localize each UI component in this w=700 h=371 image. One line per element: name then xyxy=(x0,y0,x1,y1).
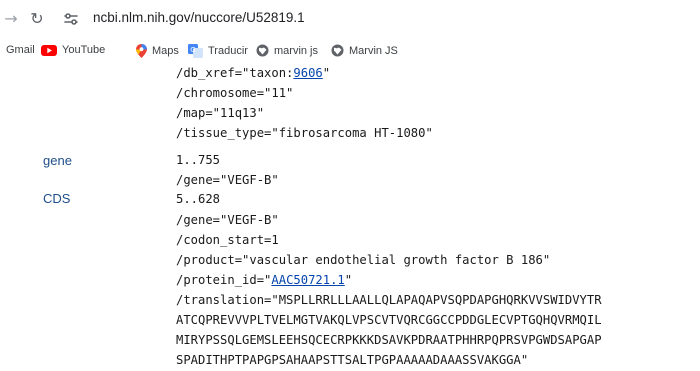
browser-toolbar: → ↻ ncbi.nlm.nih.gov/nuccore/U52819.1 xyxy=(0,0,700,36)
bookmark-marvin-js[interactable]: Marvin JS xyxy=(331,44,398,57)
protein-id-link[interactable]: AAC50721.1 xyxy=(271,273,344,287)
gene-qualifier: /gene="VEGF-B" xyxy=(176,173,279,187)
address-bar-url[interactable]: ncbi.nlm.nih.gov/nuccore/U52819.1 xyxy=(93,10,305,25)
bookmark-gmail[interactable]: Gmail xyxy=(6,44,35,56)
bookmark-maps[interactable]: Maps xyxy=(136,44,179,58)
qualifier-text: /db_xref="taxon: xyxy=(176,66,294,80)
bookmark-label: Traducir xyxy=(208,45,248,57)
qualifier-text: " xyxy=(322,66,331,80)
protein-id-qualifier: /protein_id="AAC50721.1" xyxy=(176,271,352,290)
back-arrow-icon[interactable]: → xyxy=(1,8,21,28)
feature-key-cds[interactable]: CDS xyxy=(43,191,70,206)
site-info-icon[interactable] xyxy=(60,8,82,30)
genbank-record: /db_xref="taxon:9606" /chromosome="11" /… xyxy=(0,64,700,371)
bookmarks-bar: Gmail YouTube Maps G Traducir marvin js … xyxy=(0,36,700,64)
product-qualifier: /product="vascular endothelial growth fa… xyxy=(176,253,551,267)
svg-text:G: G xyxy=(190,46,195,54)
codon-start-qualifier: /codon_start=1 xyxy=(176,233,279,247)
qualifier-text: /protein_id=" xyxy=(176,273,272,287)
feature-key-gene[interactable]: gene xyxy=(43,153,72,168)
bookmark-label: Maps xyxy=(152,45,179,57)
globe-icon xyxy=(256,44,269,57)
translation-line: ATCQPREVVVPLTVELMGTVAKQLVPSCVTVQRCGGCCPD… xyxy=(176,313,602,327)
taxon-link[interactable]: 9606 xyxy=(293,66,322,80)
gene-location: 1..755 xyxy=(176,153,221,167)
bookmark-label: marvin js xyxy=(274,44,319,57)
chromosome-qualifier: /chromosome="11" xyxy=(176,86,294,100)
reload-icon[interactable]: ↻ xyxy=(27,8,47,28)
db-xref-qualifier: /db_xref="taxon:9606" xyxy=(176,64,330,83)
bookmark-label: YouTube xyxy=(62,44,106,56)
bookmark-traducir[interactable]: G Traducir xyxy=(188,44,248,58)
qualifier-text: " xyxy=(344,273,353,287)
bookmark-label: Gmail xyxy=(6,44,35,56)
cds-location: 5..628 xyxy=(176,192,221,206)
map-qualifier: /map="11q13" xyxy=(176,106,265,120)
translation-line: /translation="MSPLLRRLLLAALLQLAPAQAPVSQP… xyxy=(176,293,602,307)
globe-icon xyxy=(331,44,344,57)
tissue-type-qualifier: /tissue_type="fibrosarcoma HT-1080" xyxy=(176,126,433,140)
translation-line: SPADITHPTPAPGPSAHAAPSTTSALTPGPAAAAADAAAS… xyxy=(176,353,529,367)
bookmark-label: Marvin JS xyxy=(349,44,398,57)
translate-icon: G xyxy=(188,44,203,58)
translation-line: MIRYPSSQLGEMSLEEHSQCECRPKKKDSAVKPDRAATPH… xyxy=(176,333,602,347)
maps-icon xyxy=(136,44,147,58)
bookmark-marvin-js-lower[interactable]: marvin js xyxy=(256,44,318,57)
youtube-icon xyxy=(41,44,57,56)
cds-gene-qualifier: /gene="VEGF-B" xyxy=(176,213,279,227)
bookmark-youtube[interactable]: YouTube xyxy=(41,44,105,56)
